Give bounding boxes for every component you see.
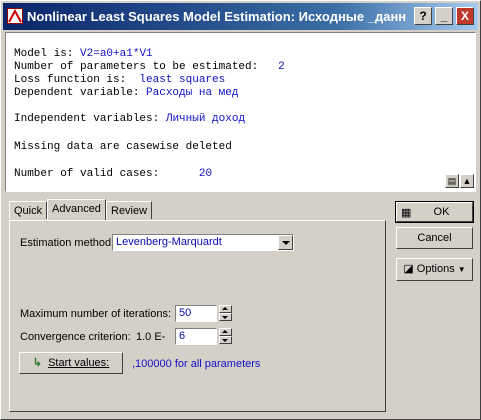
params-line: Number of parameters to be estimated: 2 — [14, 61, 285, 73]
loss-value: least squares — [139, 74, 226, 86]
ok-label: OK — [433, 206, 450, 218]
help-button[interactable]: ? — [414, 7, 432, 25]
minimize-button[interactable]: _ — [435, 7, 453, 25]
options-label: Options — [416, 263, 455, 275]
tab-advanced[interactable]: Advanced — [47, 199, 106, 220]
triangle-down-icon: ▼ — [457, 265, 466, 274]
start-values-note: ,100000 for all parameters — [132, 358, 261, 370]
indep-label: Independent variables: — [14, 113, 160, 125]
increment-icon[interactable] — [219, 305, 232, 313]
params-label: Number of parameters to be estimated: — [14, 61, 259, 73]
max-iterations-label: Maximum number of iterations: — [20, 308, 171, 320]
valid-label: Number of valid cases: — [14, 168, 160, 180]
estimation-method-select[interactable]: Levenberg-Marquardt — [112, 234, 294, 251]
valid-value: 20 — [198, 168, 213, 180]
start-values-label: Start values: — [48, 357, 110, 369]
cancel-button[interactable]: Cancel — [396, 227, 473, 249]
max-iterations-input[interactable]: 50 — [175, 305, 217, 322]
valid-line: Number of valid cases: 20 — [14, 168, 212, 180]
tab-review[interactable]: Review — [106, 201, 152, 219]
convergence-stepper[interactable] — [219, 328, 232, 345]
dialog-window: Nonlinear Least Squares Model Estimation… — [0, 0, 481, 420]
increment-icon[interactable] — [219, 328, 232, 336]
decrement-icon[interactable] — [219, 336, 232, 344]
params-value: 2 — [278, 61, 285, 73]
ok-button[interactable]: ▦ OK — [395, 201, 474, 223]
chevron-down-icon[interactable] — [278, 235, 293, 250]
tab-quick[interactable]: Quick — [9, 201, 47, 219]
dep-label: Dependent variable: — [14, 87, 140, 99]
title-bar[interactable]: Nonlinear Least Squares Model Estimation… — [3, 3, 478, 30]
estimation-method-value: Levenberg-Marquardt — [116, 236, 222, 248]
loss-label: Loss function is: — [14, 74, 127, 86]
convergence-label: Convergence criterion: — [20, 331, 131, 343]
statistica-app-icon — [7, 8, 23, 24]
max-iterations-stepper[interactable] — [219, 305, 232, 322]
indep-value: Личный доход — [165, 113, 246, 125]
window-title: Nonlinear Least Squares Model Estimation… — [27, 9, 407, 24]
missing-line: Missing data are casewise deleted — [14, 141, 232, 153]
convergence-input[interactable]: 6 — [175, 328, 217, 345]
advanced-tab-panel: Estimation method: Levenberg-Marquardt M… — [9, 220, 386, 412]
options-button[interactable]: ◪ Options ▼ — [396, 258, 473, 281]
loss-line: Loss function is: least squares — [14, 74, 225, 86]
model-line: Model is: V2=a0+a1*V1 — [14, 48, 153, 60]
model-label: Model is: — [14, 48, 74, 60]
start-values-button[interactable]: ↳ Start values: — [19, 352, 123, 374]
options-icon: ◪ — [403, 263, 414, 275]
output-text-area[interactable]: Model is: V2=a0+a1*V1 Number of paramete… — [5, 32, 476, 192]
estimation-method-label: Estimation method: — [20, 237, 115, 249]
copy-icon[interactable]: ▤ — [445, 174, 459, 188]
convergence-prefix: 1.0 E- — [136, 331, 166, 343]
dep-line: Dependent variable: Расходы на мед — [14, 87, 238, 99]
start-values-icon: ↳ — [32, 357, 42, 369]
ok-icon: ▦ — [401, 207, 412, 219]
model-value: V2=a0+a1*V1 — [80, 48, 153, 60]
decrement-icon[interactable] — [219, 313, 232, 321]
indep-line: Independent variables: Личный доход — [14, 113, 245, 125]
close-button[interactable]: X — [456, 7, 474, 25]
dep-value: Расходы на мед — [146, 87, 239, 99]
scroll-up-icon[interactable]: ▲ — [460, 174, 474, 188]
